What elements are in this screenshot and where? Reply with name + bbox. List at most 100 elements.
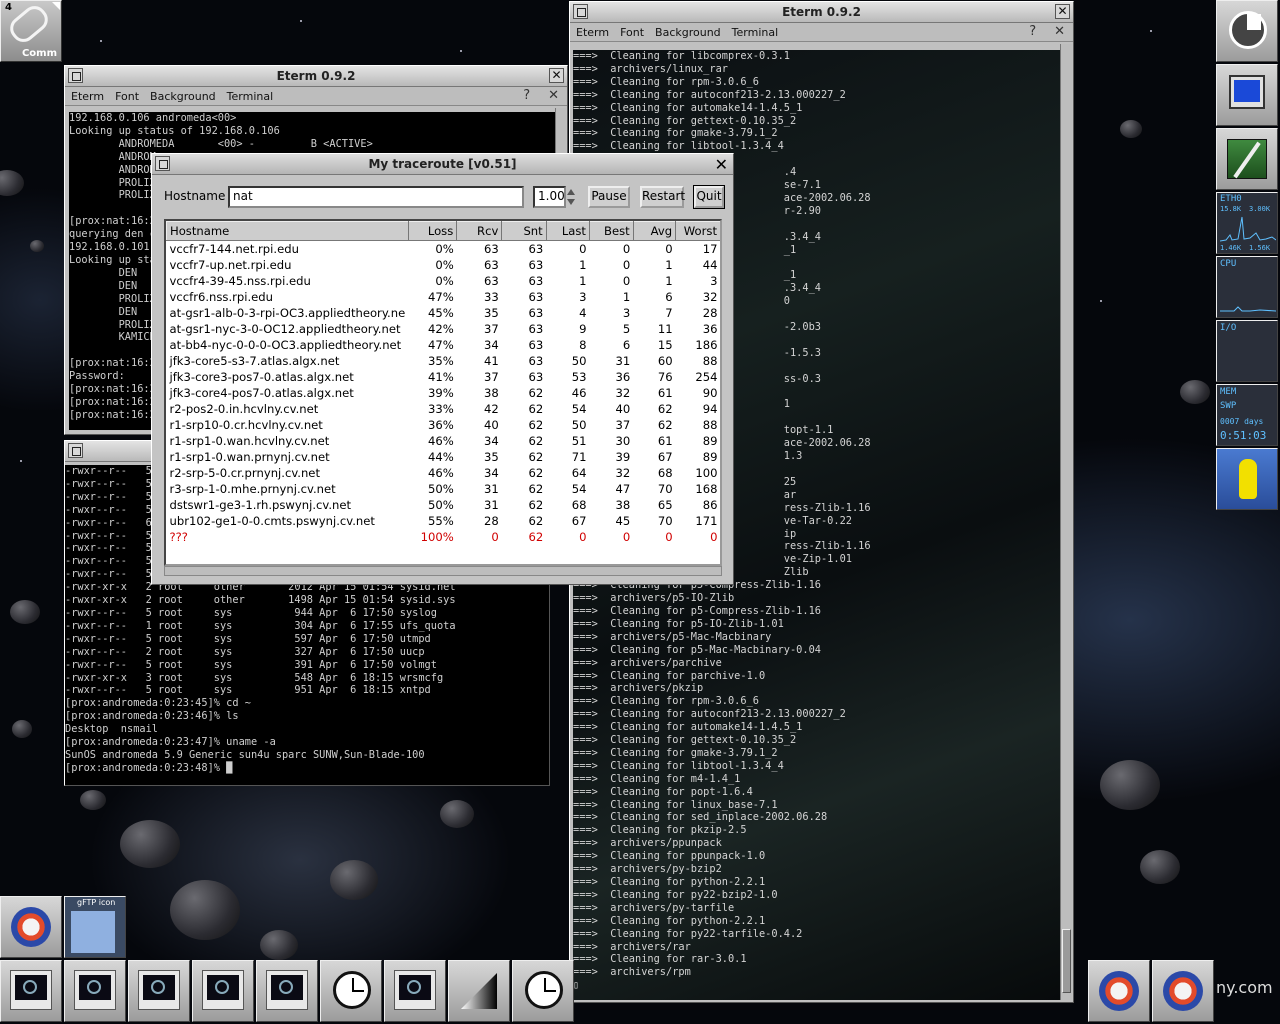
table-row[interactable]: vccfr7-144.net.rpi.edu 0% 63 63 0 0 0 17 <box>167 241 721 258</box>
taskbar-button[interactable] <box>320 960 382 1022</box>
table-row[interactable]: r3-srp-1-0.mhe.prnynj.cv.net 50% 31 62 54 47 7… <box>167 481 721 497</box>
table-row[interactable]: vccfr7-up.net.rpi.edu 0% 63 63 1 0 1 44 <box>167 257 721 273</box>
scrollbar[interactable] <box>1060 44 1072 1000</box>
hop-last: 50 <box>571 418 587 432</box>
hop-last: 4 <box>579 306 587 320</box>
dock-app-paint[interactable] <box>1216 128 1278 190</box>
table-row[interactable]: jfk3-core3-pos7-0.atlas.algx.net 41% 37 63 5… <box>167 369 721 385</box>
dock-app-right-2[interactable] <box>1152 960 1214 1022</box>
hop-loss: 0% <box>435 258 454 272</box>
spin-down-icon[interactable] <box>567 199 575 205</box>
eterm-menubar: Eterm Font Background Terminal ? ✕ <box>570 23 1073 42</box>
hop-avg: 67 <box>657 450 673 464</box>
menu-font[interactable]: Font <box>620 26 644 39</box>
hostname-input[interactable]: nat <box>228 186 524 208</box>
menu-background[interactable]: Background <box>655 26 721 39</box>
paperclip-icon <box>5 1 53 47</box>
column-header-last[interactable]: Last <box>545 221 590 241</box>
spin-up-icon[interactable] <box>567 189 575 195</box>
horizontal-scrollbar[interactable] <box>164 566 722 576</box>
menu-terminal[interactable]: Terminal <box>227 90 274 103</box>
close-menu-icon[interactable]: ✕ <box>548 88 559 103</box>
menu-background[interactable]: Background <box>150 90 216 103</box>
column-header-worst[interactable]: Worst <box>675 221 720 241</box>
eterm-titlebar[interactable]: Eterm 0.9.2 ✕ <box>570 2 1073 23</box>
taskbar-button[interactable] <box>0 960 62 1022</box>
menu-font[interactable]: Font <box>115 90 139 103</box>
column-header-hostname[interactable]: Hostname <box>166 221 409 241</box>
menu-terminal[interactable]: Terminal <box>732 26 779 39</box>
table-row[interactable]: vccfr6.nss.rpi.edu 47% 33 63 3 1 6 32 <box>167 289 721 305</box>
quit-button[interactable]: Quit <box>693 185 725 209</box>
interval-spin-arrows[interactable] <box>566 186 576 208</box>
taskbar-button[interactable] <box>512 960 574 1022</box>
hop-rcv: 38 <box>484 386 499 400</box>
close-icon[interactable]: ✕ <box>1055 4 1070 19</box>
net-label: ETH0 <box>1220 194 1242 204</box>
dock-app-right-1[interactable] <box>1088 960 1150 1022</box>
hop-snt: 62 <box>528 498 544 512</box>
hop-loss: 33% <box>427 402 454 416</box>
dock-app-clip[interactable] <box>1216 0 1278 62</box>
window-menu-icon[interactable] <box>68 68 83 83</box>
hop-rcv: 42 <box>484 402 499 416</box>
taskbar-button[interactable] <box>384 960 446 1022</box>
scrollbar-thumb[interactable] <box>1062 929 1071 993</box>
interval-spinner[interactable]: 1.00 <box>533 186 566 208</box>
help-icon[interactable]: ? <box>523 88 530 103</box>
table-row[interactable]: at-gsr1-nyc-3-0-OC12.appliedtheory.net 42… <box>167 321 721 337</box>
hop-snt: 63 <box>528 354 544 368</box>
close-icon[interactable]: ✕ <box>715 155 728 174</box>
gftp-icon[interactable]: gFTP icon <box>64 896 126 958</box>
close-icon[interactable]: ✕ <box>549 68 564 83</box>
hop-worst: 17 <box>702 242 718 256</box>
table-row[interactable]: r1-srp1-0.wan.hcvlny.cv.net 46% 34 62 51 30 61… <box>167 433 721 449</box>
pause-button[interactable]: Pause <box>588 186 630 208</box>
table-row[interactable]: r1-srp10-0.cr.hcvlny.cv.net 36% 40 62 50 37 62… <box>167 417 721 433</box>
close-menu-icon[interactable]: ✕ <box>1054 24 1065 39</box>
column-header-snt[interactable]: Snt <box>501 221 547 241</box>
restart-button[interactable]: Restart <box>640 186 685 208</box>
window-menu-icon[interactable] <box>155 156 170 171</box>
net-monitor: ETH0 15.8K 3.00K 1.46K 1.56K <box>1216 192 1278 254</box>
column-header-rcv[interactable]: Rcv <box>456 221 503 241</box>
taskbar-button[interactable] <box>64 960 126 1022</box>
column-header-loss[interactable]: Loss <box>407 221 458 241</box>
table-row[interactable]: at-gsr1-alb-0-3-rpi-OC3.appliedtheory.ne… <box>167 305 721 321</box>
table-row[interactable]: jfk3-core5-s3-7.atlas.algx.net 35% 41 63 50 3… <box>167 353 721 369</box>
traceroute-table[interactable]: Hostname Loss Rcv Snt Last Best Avg Worst vccfr… <box>164 219 722 566</box>
table-row[interactable]: dstswr1-ge3-1.rh.pswynj.cv.net 50% 31 62 68 3… <box>167 497 721 513</box>
menu-eterm[interactable]: Eterm <box>576 26 609 39</box>
table-row[interactable]: jfk3-core4-pos7-0.atlas.algx.net 39% 38 62 4… <box>167 385 721 401</box>
table-row[interactable]: at-bb4-nyc-0-0-0-OC3.appliedtheory.net 47… <box>167 337 721 353</box>
hop-snt: 63 <box>528 290 544 304</box>
window-menu-icon[interactable] <box>68 443 83 458</box>
window-menu-icon[interactable] <box>573 4 588 19</box>
column-header-best[interactable]: Best <box>588 221 634 241</box>
menu-eterm[interactable]: Eterm <box>71 90 104 103</box>
taskbar-button[interactable] <box>448 960 510 1022</box>
taskbar-button[interactable] <box>128 960 190 1022</box>
traceroute-window[interactable]: My traceroute [v0.51] ✕ Hostname nat 1.0… <box>151 153 734 585</box>
monitor-icon <box>394 970 436 1010</box>
table-row[interactable]: r1-srp1-0.wan.prnynj.cv.net 44% 35 62 71 39 67… <box>167 449 721 465</box>
dock-app-left-1[interactable] <box>0 896 62 958</box>
taskbar-button[interactable] <box>256 960 318 1022</box>
table-row[interactable]: ubr102-ge1-0-0.cmts.pswynj.cv.net 55% 28 62… <box>167 513 721 529</box>
table-row[interactable]: r2-pos2-0.in.hcvlny.cv.net 33% 42 62 54 40 62 9… <box>167 401 721 417</box>
dock-app-linux[interactable] <box>1216 448 1278 510</box>
hop-worst: 32 <box>702 290 718 304</box>
taskbar-button[interactable] <box>192 960 254 1022</box>
hop-rcv: 28 <box>484 514 499 528</box>
hop-best: 0 <box>622 530 631 544</box>
table-row[interactable]: r2-srp-5-0.cr.prnynj.cv.net 46% 34 62 64 32 68… <box>167 465 721 481</box>
column-header-avg[interactable]: Avg <box>632 221 677 241</box>
table-row[interactable]: vccfr4-39-45.nss.rpi.edu 0% 63 63 1 0 1 3 <box>167 273 721 289</box>
hop-last: 54 <box>571 402 587 416</box>
help-icon[interactable]: ? <box>1029 24 1036 39</box>
eterm-titlebar[interactable]: Eterm 0.9.2 ✕ <box>65 66 567 87</box>
table-row[interactable]: ??? 100% 0 62 0 0 0 0 <box>167 529 721 545</box>
dock-app-monitor[interactable] <box>1216 64 1278 126</box>
traceroute-titlebar[interactable]: My traceroute [v0.51] ✕ <box>152 154 733 175</box>
pager-comm-icon[interactable]: 4 Comm <box>0 0 62 62</box>
